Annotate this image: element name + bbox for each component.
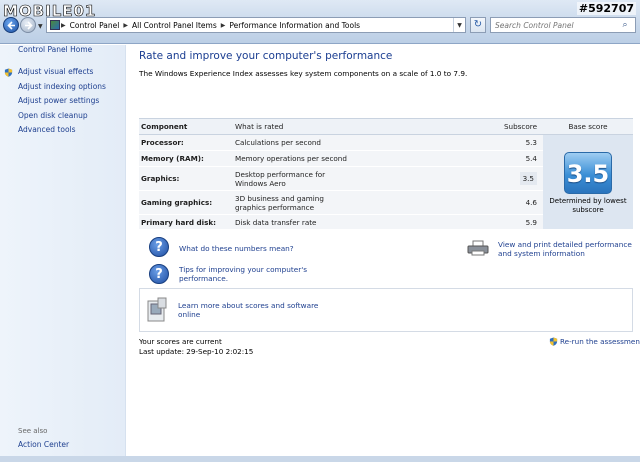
row-component: Memory (RAM):	[139, 150, 233, 167]
chevron-right-icon[interactable]: ▶	[122, 22, 129, 29]
breadcrumb-control-panel[interactable]: Control Panel	[67, 21, 123, 30]
sidebar-item-visual-effects[interactable]: Adjust visual effects	[18, 67, 93, 76]
address-bar: MOBILE01 #592707 ▼ ▶ Control Panel ▶ All…	[0, 0, 640, 44]
address-dropdown-icon[interactable]: ▼	[453, 18, 465, 32]
row-subscore: 4.6	[353, 190, 543, 215]
breadcrumb-all-items[interactable]: All Control Panel Items	[129, 21, 220, 30]
base-score-badge: 3.5 Determined by lowest subscore	[548, 152, 628, 215]
row-component: Processor:	[139, 134, 233, 151]
row-subscore: 5.3	[353, 134, 543, 151]
sidebar-item-advanced-tools[interactable]: Advanced tools	[18, 125, 76, 134]
uac-shield-icon	[549, 337, 558, 346]
header-component: Component	[139, 118, 233, 135]
chevron-right-icon[interactable]: ▶	[60, 22, 67, 29]
print-details-link[interactable]: View and print detailed performance and …	[498, 240, 638, 258]
sidebar-item-control-panel-home[interactable]: Control Panel Home	[18, 45, 92, 54]
sidebar-item-action-center[interactable]: Action Center	[18, 440, 69, 449]
back-button[interactable]	[3, 17, 19, 33]
row-subscore: 5.9	[353, 214, 543, 230]
help-question-icon: ?	[149, 237, 169, 257]
tips-link[interactable]: Tips for improving your computer's perfo…	[179, 265, 309, 283]
header-subscore: Subscore	[353, 118, 543, 135]
search-icon[interactable]: ⌕	[619, 20, 631, 30]
row-component: Primary hard disk:	[139, 214, 233, 230]
row-what: Memory operations per second	[233, 150, 353, 167]
help-question-icon: ?	[149, 264, 169, 284]
rerun-assessment-link[interactable]: Re-run the assessment	[560, 337, 640, 346]
sidebar-item-indexing-options[interactable]: Adjust indexing options	[18, 82, 106, 91]
software-box-icon	[147, 297, 167, 322]
recent-pages-dropdown[interactable]: ▼	[38, 23, 44, 30]
table-header: Component What is rated Subscore Base sc…	[139, 118, 633, 135]
taskbar-edge	[0, 456, 640, 462]
page-title: Rate and improve your computer's perform…	[139, 50, 393, 62]
uac-shield-icon	[4, 68, 13, 77]
breadcrumb[interactable]: ▶ Control Panel ▶ All Control Panel Item…	[46, 17, 466, 33]
sidebar-item-power-settings[interactable]: Adjust power settings	[18, 96, 99, 105]
sidebar: Control Panel Home Adjust visual effects…	[0, 45, 126, 462]
what-numbers-mean-link[interactable]: What do these numbers mean?	[179, 244, 294, 253]
row-subscore-lowest: 3.5	[519, 172, 537, 185]
row-component: Gaming graphics:	[139, 190, 233, 215]
row-what: Calculations per second	[233, 134, 353, 151]
watermark-id: #592707	[576, 2, 636, 15]
main-content: Rate and improve your computer's perform…	[127, 45, 640, 462]
refresh-button[interactable]: ↻	[470, 17, 486, 33]
row-component: Graphics:	[139, 166, 233, 191]
row-subscore: 5.4	[353, 150, 543, 167]
search-input[interactable]	[491, 20, 619, 30]
control-panel-icon	[50, 20, 60, 30]
back-arrow-icon	[7, 21, 15, 30]
scores-current-text: Your scores are current	[139, 337, 222, 346]
header-base: Base score	[543, 118, 633, 135]
header-what: What is rated	[233, 118, 353, 135]
sidebar-item-disk-cleanup[interactable]: Open disk cleanup	[18, 111, 88, 120]
base-score-caption: Determined by lowest subscore	[549, 197, 627, 214]
last-update-text: Last update: 29-Sep-10 2:02:15	[139, 347, 254, 356]
printer-icon	[467, 240, 489, 256]
forward-arrow-icon	[25, 21, 33, 30]
row-what: 3D business and gaming graphics performa…	[233, 190, 353, 215]
chevron-right-icon[interactable]: ▶	[220, 22, 227, 29]
learn-more-link[interactable]: Learn more about scores and software onl…	[178, 301, 328, 319]
intro-text: The Windows Experience Index assesses ke…	[139, 69, 468, 78]
row-what: Desktop performance for Windows Aero	[233, 166, 353, 191]
search-box[interactable]: ⌕	[490, 17, 636, 33]
table-row: Processor: Calculations per second 5.3	[139, 134, 633, 230]
forward-button[interactable]	[20, 17, 36, 33]
learn-more-box: Learn more about scores and software onl…	[139, 288, 633, 332]
row-what: Disk data transfer rate	[233, 214, 353, 230]
base-score-value: 3.5	[564, 152, 612, 194]
see-also-heading: See also	[18, 427, 48, 435]
status-block: Your scores are current Last update: 29-…	[139, 337, 253, 357]
breadcrumb-performance[interactable]: Performance Information and Tools	[226, 21, 363, 30]
